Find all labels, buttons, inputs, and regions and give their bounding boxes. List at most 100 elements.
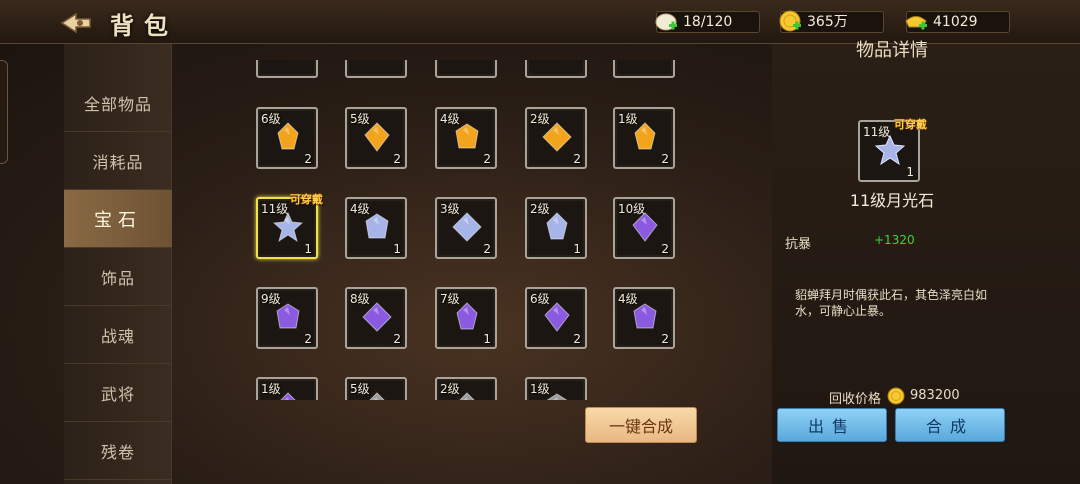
item-slot[interactable]: 2级 bbox=[435, 377, 497, 400]
item-name: 11级月光石 bbox=[849, 191, 935, 210]
item-count: 2 bbox=[304, 152, 312, 166]
nav-item-label: 战魂 bbox=[100, 326, 135, 346]
nav-item-consumables[interactable]: 消耗品 bbox=[64, 132, 172, 190]
item-count: 2 bbox=[573, 152, 581, 166]
bag-capacity: 18/120 bbox=[653, 8, 760, 36]
nav-item-all[interactable]: 全部物品 bbox=[64, 74, 172, 132]
item-slot[interactable]: 1级 bbox=[256, 377, 318, 400]
ingot-balance-value: 41029 bbox=[933, 14, 978, 30]
bag-capacity-value: 18/120 bbox=[683, 14, 733, 30]
item-slot[interactable]: 2级 1 bbox=[525, 197, 587, 259]
detail-count: 1 bbox=[906, 165, 914, 179]
item-slot[interactable]: 9级 2 bbox=[256, 287, 318, 349]
item-slot[interactable]: 10级 2 bbox=[613, 197, 675, 259]
item-slot[interactable] bbox=[525, 60, 587, 78]
gem-icon bbox=[459, 392, 475, 400]
combine-all-button[interactable]: 一键合成 bbox=[585, 407, 697, 443]
nav-item-label: 残卷 bbox=[100, 442, 135, 462]
price-value: 983200 bbox=[910, 388, 960, 403]
item-slot[interactable]: 1级 2 bbox=[613, 107, 675, 169]
nav-item-fragments[interactable]: 残卷 bbox=[64, 422, 172, 480]
item-slot[interactable]: 3级 2 bbox=[435, 197, 497, 259]
bag-add-icon[interactable] bbox=[653, 8, 681, 36]
wearable-badge: 可穿戴 bbox=[290, 193, 323, 206]
item-count: 2 bbox=[304, 332, 312, 346]
item-slot[interactable]: 7级 1 bbox=[435, 287, 497, 349]
item-slot[interactable] bbox=[435, 60, 497, 78]
nav-item-label: 宝石 bbox=[94, 209, 142, 231]
coin-balance-value: 365万 bbox=[807, 14, 848, 30]
gem-icon bbox=[369, 392, 385, 400]
gem-icon bbox=[280, 392, 296, 400]
nav-item-label: 饰品 bbox=[100, 268, 135, 288]
detail-item-icon: 11级 1 可穿戴 bbox=[858, 118, 927, 182]
item-slot[interactable] bbox=[256, 60, 318, 78]
item-count: 1 bbox=[483, 332, 491, 346]
moonstone-icon bbox=[874, 134, 906, 166]
item-count: 1 bbox=[573, 242, 581, 256]
ingot-add-icon[interactable] bbox=[903, 8, 931, 36]
price-label: 回收价格 bbox=[829, 392, 882, 407]
gem-icon bbox=[365, 213, 389, 239]
item-slot[interactable]: 6级 2 bbox=[525, 287, 587, 349]
combine-label: 合成 bbox=[925, 417, 974, 436]
sell-label: 出售 bbox=[807, 417, 856, 436]
back-arrow-icon bbox=[60, 12, 91, 34]
gem-icon bbox=[544, 302, 570, 332]
combine-button[interactable]: 合成 bbox=[895, 408, 1005, 442]
item-slot[interactable] bbox=[345, 60, 407, 78]
gem-icon bbox=[364, 122, 390, 152]
category-nav: 全部物品 消耗品 宝石 饰品 战魂 武将 残卷 bbox=[64, 44, 172, 484]
item-slot[interactable]: 4级 1 bbox=[345, 197, 407, 259]
sell-button[interactable]: 出售 bbox=[777, 408, 887, 442]
gem-icon bbox=[542, 122, 572, 152]
nav-item-gems[interactable]: 宝石 bbox=[64, 190, 172, 248]
item-slot[interactable]: 4级 2 bbox=[435, 107, 497, 169]
wearable-badge: 可穿戴 bbox=[894, 118, 927, 131]
item-count: 2 bbox=[393, 152, 401, 166]
item-slot[interactable]: 1级 bbox=[525, 377, 587, 400]
page-title: 背包 bbox=[110, 11, 178, 40]
gem-icon bbox=[452, 212, 482, 242]
nav-item-accessories[interactable]: 饰品 bbox=[64, 248, 172, 306]
stat-value: +1320 bbox=[874, 233, 915, 247]
gem-icon bbox=[633, 303, 657, 329]
coin-add-icon[interactable] bbox=[777, 8, 805, 36]
combine-all-label: 一键合成 bbox=[608, 417, 673, 436]
item-count: 2 bbox=[573, 332, 581, 346]
nav-item-war-souls[interactable]: 战魂 bbox=[64, 306, 172, 364]
item-count: 2 bbox=[661, 242, 669, 256]
nav-item-generals[interactable]: 武将 bbox=[64, 364, 172, 422]
gem-icon bbox=[277, 122, 299, 150]
item-slot[interactable]: 2级 2 bbox=[525, 107, 587, 169]
item-slot[interactable] bbox=[613, 60, 675, 78]
gem-icon bbox=[456, 302, 478, 330]
item-slot[interactable]: 8级 2 bbox=[345, 287, 407, 349]
item-slot[interactable]: 5级 2 bbox=[345, 107, 407, 169]
gem-icon bbox=[546, 212, 568, 240]
item-slot[interactable]: 6级 2 bbox=[256, 107, 318, 169]
nav-item-label: 消耗品 bbox=[92, 152, 144, 172]
nav-item-label: 武将 bbox=[100, 384, 135, 404]
gem-icon bbox=[362, 302, 392, 332]
item-slot[interactable]: 11级 1 可穿戴 bbox=[256, 193, 323, 259]
back-button[interactable] bbox=[58, 10, 94, 36]
stat-label: 抗暴 bbox=[785, 237, 812, 252]
item-slot[interactable]: 4级 2 bbox=[613, 287, 675, 349]
item-count: 2 bbox=[483, 242, 491, 256]
gem-icon bbox=[455, 123, 479, 149]
item-count: 1 bbox=[393, 242, 401, 256]
side-handle[interactable] bbox=[0, 60, 8, 164]
item-slot[interactable]: 5级 bbox=[345, 377, 407, 400]
gem-icon bbox=[634, 122, 656, 150]
item-count: 2 bbox=[483, 152, 491, 166]
gem-icon bbox=[546, 393, 568, 400]
item-description: 貂蝉拜月时偶获此石，其色泽亮白如水，可静心止暴。 bbox=[795, 288, 988, 318]
item-count: 2 bbox=[393, 332, 401, 346]
gem-icon bbox=[276, 303, 300, 329]
item-count: 2 bbox=[661, 332, 669, 346]
item-grid[interactable]: 6级 2 5级 2 4级 2 2级 2 1级 2 11级 1 可穿戴 4级 1 3级 2 2级 1 10级 2 9级 2 8级… bbox=[180, 60, 770, 400]
coin-icon bbox=[887, 387, 905, 405]
gem-icon bbox=[272, 211, 304, 243]
detail-title: 物品详情 bbox=[856, 40, 928, 61]
